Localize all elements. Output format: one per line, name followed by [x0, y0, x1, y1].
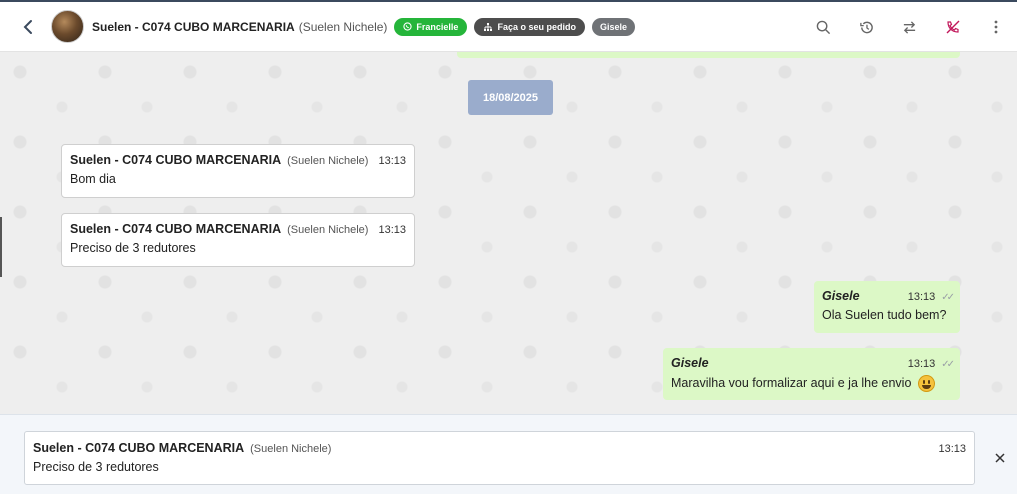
org-icon — [484, 22, 493, 31]
search-button[interactable] — [802, 7, 845, 47]
reply-preview-area: Suelen - C074 CUBO MARCENARIA (Suelen Ni… — [0, 414, 1017, 494]
message-text: Bom dia — [70, 172, 116, 186]
outgoing-message[interactable]: Gisele 13:13 ✓✓ Ola Suelen tudo bem? — [814, 281, 960, 333]
contact-subname: (Suelen Nichele) — [298, 19, 388, 34]
avatar[interactable] — [51, 10, 84, 43]
header-actions — [802, 2, 1017, 52]
message-time: 13:13 — [907, 358, 936, 370]
reply-subname: (Suelen Nichele) — [250, 443, 332, 455]
transfer-icon — [903, 20, 916, 34]
search-icon — [816, 20, 831, 34]
incoming-message[interactable]: Suelen - C074 CUBO MARCENARIA (Suelen Ni… — [61, 213, 415, 267]
reply-sender: Suelen - C074 CUBO MARCENARIA — [33, 441, 245, 455]
more-options-button[interactable] — [974, 7, 1017, 47]
message-time: 13:13 — [378, 224, 406, 236]
queue-tag[interactable]: Faça o seu pedido — [474, 17, 585, 36]
agent-tag-gisele[interactable]: Gisele — [591, 17, 636, 36]
message-text: Ola Suelen tudo bem? — [822, 308, 947, 322]
message-subname: (Suelen Nichele) — [287, 155, 369, 167]
date-separator: 18/08/2025 — [468, 80, 553, 115]
end-call-icon — [946, 20, 959, 34]
message-text-container: Maravilha vou formalizar aqui e ja lhe e… — [671, 375, 952, 392]
message-time: 13:13 — [907, 291, 936, 303]
message-header: Gisele 13:13 ✓✓ — [671, 356, 955, 370]
message-sender: Gisele — [671, 356, 709, 370]
chat-messages[interactable]: 18/08/2025 Suelen - C074 CUBO MARCENARIA… — [0, 52, 1017, 414]
outgoing-message[interactable]: Gisele 13:13 ✓✓ Maravilha vou formalizar… — [663, 348, 960, 400]
history-icon — [860, 21, 873, 33]
reply-header: Suelen - C074 CUBO MARCENARIA (Suelen Ni… — [33, 441, 966, 455]
chat-header: Suelen - C074 CUBO MARCENARIA (Suelen Ni… — [0, 0, 1017, 52]
tag-label: Francielle — [416, 21, 459, 32]
message-sender: Gisele — [822, 289, 860, 303]
message-subname: (Suelen Nichele) — [287, 224, 369, 236]
tag-label: Faça o seu pedido — [497, 21, 576, 32]
back-button[interactable] — [8, 7, 48, 47]
reply-preview[interactable]: Suelen - C074 CUBO MARCENARIA (Suelen Ni… — [24, 431, 975, 485]
message-sender: Suelen - C074 CUBO MARCENARIA — [70, 222, 282, 236]
message-time: 13:13 — [378, 155, 406, 167]
whatsapp-icon — [403, 22, 413, 31]
end-call-button[interactable] — [931, 7, 974, 47]
message-sender: Suelen - C074 CUBO MARCENARIA — [70, 153, 282, 167]
agent-tag-francielle[interactable]: Francielle — [394, 17, 468, 36]
history-button[interactable] — [845, 7, 888, 47]
message-text: Maravilha vou formalizar aqui e ja lhe e… — [671, 375, 912, 390]
close-icon — [995, 453, 1005, 463]
close-reply-button[interactable] — [991, 449, 1009, 467]
tag-label: Gisele — [599, 21, 628, 32]
scroll-edge — [0, 217, 2, 277]
message-header: Gisele 13:13 ✓✓ — [822, 289, 955, 303]
message-header: Suelen - C074 CUBO MARCENARIA (Suelen Ni… — [70, 222, 406, 236]
incoming-message[interactable]: Suelen - C074 CUBO MARCENARIA (Suelen Ni… — [61, 144, 415, 198]
contact-name: Suelen - C074 CUBO MARCENARIA — [92, 19, 295, 34]
transfer-button[interactable] — [888, 7, 931, 47]
reply-time: 13:13 — [938, 443, 966, 455]
double-check-icon: ✓✓ — [941, 292, 955, 303]
more-vertical-icon — [994, 20, 997, 34]
previous-message-bubble — [457, 52, 960, 58]
message-header: Suelen - C074 CUBO MARCENARIA (Suelen Ni… — [70, 153, 406, 167]
reply-text: Preciso de 3 redutores — [33, 460, 159, 474]
double-check-icon: ✓✓ — [941, 359, 955, 370]
chevron-left-icon — [23, 19, 32, 34]
grinning-emoji-icon — [917, 375, 935, 392]
message-text: Preciso de 3 redutores — [70, 241, 196, 255]
